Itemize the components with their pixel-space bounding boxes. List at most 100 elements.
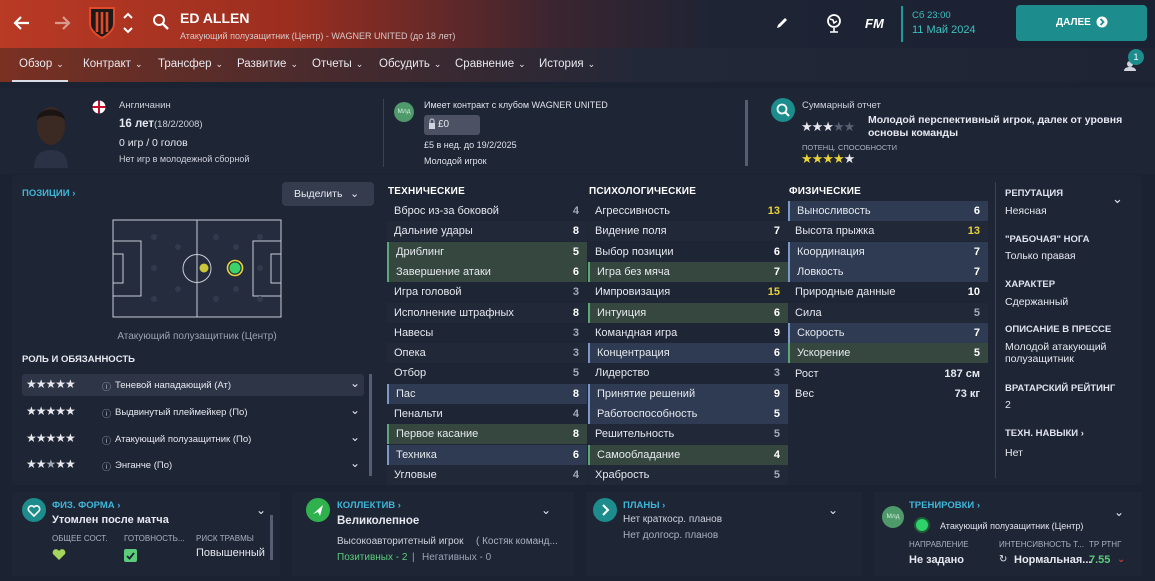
tab-overview[interactable]: Обзор ⌄ bbox=[19, 58, 64, 70]
mental-attribute-row[interactable]: Командная игра 9 bbox=[588, 323, 788, 343]
tab-discuss[interactable]: Обсудить ⌄ bbox=[379, 58, 441, 70]
chevron-down-icon[interactable]: ⌄ bbox=[1112, 191, 1123, 207]
mental-attribute-row[interactable]: Храбрость 5 bbox=[588, 464, 788, 485]
ability-stars: ★★★★★ bbox=[801, 119, 855, 134]
report-title[interactable]: Суммарный отчет bbox=[802, 100, 881, 111]
chevron-down-icon[interactable]: ⌄ bbox=[1114, 505, 1124, 519]
tab-development[interactable]: Развитие ⌄ bbox=[237, 58, 298, 70]
physical-attribute-row[interactable]: Сила 5 bbox=[788, 302, 988, 323]
technical-title: ТЕХНИЧЕСКИЕ bbox=[388, 186, 465, 197]
roles-scrollbar[interactable] bbox=[369, 374, 372, 476]
role-row[interactable]: ★★★★★ ⓘ Теневой нападающий (Ат) ⌄ bbox=[22, 374, 364, 396]
tech-label[interactable]: ТЕХН. НАВЫКИ › bbox=[1005, 428, 1084, 439]
press-value: Молодой атакующий полузащитник bbox=[1005, 341, 1107, 365]
technical-attribute-row[interactable]: Исполнение штрафных 8 bbox=[387, 302, 587, 323]
technical-attribute-row[interactable]: Дриблинг 5 bbox=[387, 241, 587, 262]
club-crest-icon[interactable] bbox=[88, 6, 116, 40]
tab-compare[interactable]: Сравнение ⌄ bbox=[455, 58, 526, 70]
edit-pencil-icon[interactable] bbox=[774, 15, 790, 31]
fm-logo[interactable]: FM bbox=[865, 16, 884, 31]
technical-attribute-row[interactable]: Техника 6 bbox=[387, 444, 587, 465]
info-icon[interactable]: ⓘ bbox=[102, 460, 111, 473]
info-icon[interactable]: ⓘ bbox=[102, 380, 111, 393]
attribute-name: Координация bbox=[797, 245, 865, 258]
plans-title[interactable]: ПЛАНЫ › bbox=[623, 500, 665, 511]
technical-attribute-row[interactable]: Вброс из-за боковой 4 bbox=[387, 201, 587, 221]
positions-title[interactable]: ПОЗИЦИИ › bbox=[22, 188, 75, 199]
mental-attribute-row[interactable]: Лидерство 3 bbox=[588, 363, 788, 383]
forward-arrow-icon[interactable] bbox=[52, 13, 72, 33]
negatives[interactable]: Негативных - 0 bbox=[422, 552, 491, 563]
pitch-diagram[interactable] bbox=[112, 219, 282, 318]
team-title[interactable]: КОЛЛЕКТИВ › bbox=[337, 500, 401, 511]
technical-attribute-row[interactable]: Отбор 5 bbox=[387, 363, 587, 383]
role-row[interactable]: ★★★★★ ⓘ Атакующий полузащитник (По) ⌄ bbox=[22, 428, 364, 450]
training-role: Атакующий полузащитник (Центр) bbox=[940, 521, 1084, 531]
tab-label: Трансфер bbox=[158, 58, 212, 70]
chevron-down-icon[interactable]: ⌄ bbox=[541, 503, 551, 517]
mental-attribute-row[interactable]: Видение поля 7 bbox=[588, 221, 788, 242]
physical-attribute-row[interactable]: Координация 7 bbox=[788, 241, 988, 262]
technical-attribute-row[interactable]: Игра головой 3 bbox=[387, 282, 587, 302]
role-row[interactable]: ★★★★★ ⓘ Энганче (По) ⌄ bbox=[22, 454, 364, 476]
fitness-scrollbar[interactable] bbox=[270, 515, 273, 560]
direction-value[interactable]: Не задано bbox=[909, 554, 964, 566]
intensity-value[interactable]: Нормальная... bbox=[1014, 554, 1091, 566]
tab-reports[interactable]: Отчеты ⌄ bbox=[312, 58, 363, 70]
technical-attribute-row[interactable]: Дальние удары 8 bbox=[387, 221, 587, 242]
role-row[interactable]: ★★★★★ ⓘ Выдвинутый плеймейкер (По) ⌄ bbox=[22, 401, 364, 423]
physical-attribute-row[interactable]: Скорость 7 bbox=[788, 322, 988, 343]
continue-arrow-icon bbox=[1096, 16, 1108, 28]
player-switch-chevron-icon[interactable] bbox=[122, 10, 134, 36]
technical-attribute-row[interactable]: Угловые 4 bbox=[387, 464, 587, 485]
mental-attribute-row[interactable]: Решительность 5 bbox=[588, 424, 788, 445]
training-title[interactable]: ТРЕНИРОВКИ › bbox=[909, 500, 980, 511]
physical-attribute-row[interactable]: Природные данные 10 bbox=[788, 282, 988, 302]
back-arrow-icon[interactable] bbox=[12, 13, 32, 33]
physical-attribute-row[interactable]: Ловкость 7 bbox=[788, 261, 988, 282]
chevron-down-icon[interactable]: ⌄ bbox=[350, 430, 360, 444]
mental-attribute-row[interactable]: Концентрация 6 bbox=[588, 343, 788, 364]
tab-transfer[interactable]: Трансфер ⌄ bbox=[158, 58, 223, 70]
technical-attribute-row[interactable]: Первое касание 8 bbox=[387, 424, 587, 445]
technical-attribute-row[interactable]: Навесы 3 bbox=[387, 323, 587, 343]
tab-history[interactable]: История ⌄ bbox=[539, 58, 595, 70]
technical-attribute-row[interactable]: Опека 3 bbox=[387, 343, 587, 364]
physical-attribute-row[interactable]: Ускорение 5 bbox=[788, 343, 988, 364]
chevron-down-icon[interactable]: ⌄ bbox=[350, 376, 360, 390]
chevron-down-icon[interactable]: ⌄ bbox=[256, 503, 266, 517]
attribute-value: 5 bbox=[572, 367, 579, 380]
report-search-icon[interactable] bbox=[771, 98, 795, 122]
contract-scrollbar[interactable] bbox=[745, 100, 748, 166]
mental-attribute-row[interactable]: Игра без мяча 7 bbox=[588, 261, 788, 282]
globe-icon[interactable] bbox=[825, 13, 843, 33]
technical-attribute-row[interactable]: Завершение атаки 6 bbox=[387, 261, 587, 282]
chevron-down-icon[interactable]: ⌄ bbox=[350, 403, 360, 417]
highlight-select[interactable]: Выделить ⌄ bbox=[282, 182, 374, 206]
chevron-down-icon[interactable]: ⌄ bbox=[828, 503, 838, 517]
info-icon[interactable]: ⓘ bbox=[102, 434, 111, 447]
mental-attribute-row[interactable]: Интуиция 6 bbox=[588, 302, 788, 323]
mental-attribute-row[interactable]: Самообладание 4 bbox=[588, 444, 788, 465]
mental-attribute-row[interactable]: Агрессивность 13 bbox=[588, 201, 788, 221]
mental-attribute-row[interactable]: Работоспособность 5 bbox=[588, 404, 788, 424]
contract-title[interactable]: Имеет контракт с клубом WAGNER UNITED bbox=[424, 100, 608, 110]
search-icon[interactable] bbox=[152, 13, 170, 31]
physical-attribute-row[interactable]: Высота прыжка 13 bbox=[788, 221, 988, 242]
continue-button[interactable]: ДАЛЕЕ bbox=[1016, 5, 1147, 41]
positives[interactable]: Позитивных - 2 bbox=[337, 552, 407, 563]
tab-label: История bbox=[539, 58, 584, 70]
mental-attribute-row[interactable]: Принятие решений 9 bbox=[588, 383, 788, 404]
physical-attribute-row[interactable]: Выносливость 6 bbox=[788, 201, 988, 221]
report-text: Молодой перспективный игрок, далек от ур… bbox=[868, 114, 1123, 139]
technical-attribute-row[interactable]: Пенальти 4 bbox=[387, 404, 587, 424]
mental-attribute-row[interactable]: Выбор позиции 6 bbox=[588, 242, 788, 262]
value-box[interactable]: £0 bbox=[424, 115, 480, 135]
info-icon[interactable]: ⓘ bbox=[102, 407, 111, 420]
technical-attribute-row[interactable]: Пас 8 bbox=[387, 383, 587, 404]
fitness-title[interactable]: ФИЗ. ФОРМА › bbox=[52, 500, 120, 511]
tab-contract[interactable]: Контракт ⌄ bbox=[83, 58, 142, 70]
mental-attribute-row[interactable]: Импровизация 15 bbox=[588, 282, 788, 302]
nationality: Англичанин bbox=[119, 100, 171, 111]
chevron-down-icon[interactable]: ⌄ bbox=[350, 456, 360, 470]
